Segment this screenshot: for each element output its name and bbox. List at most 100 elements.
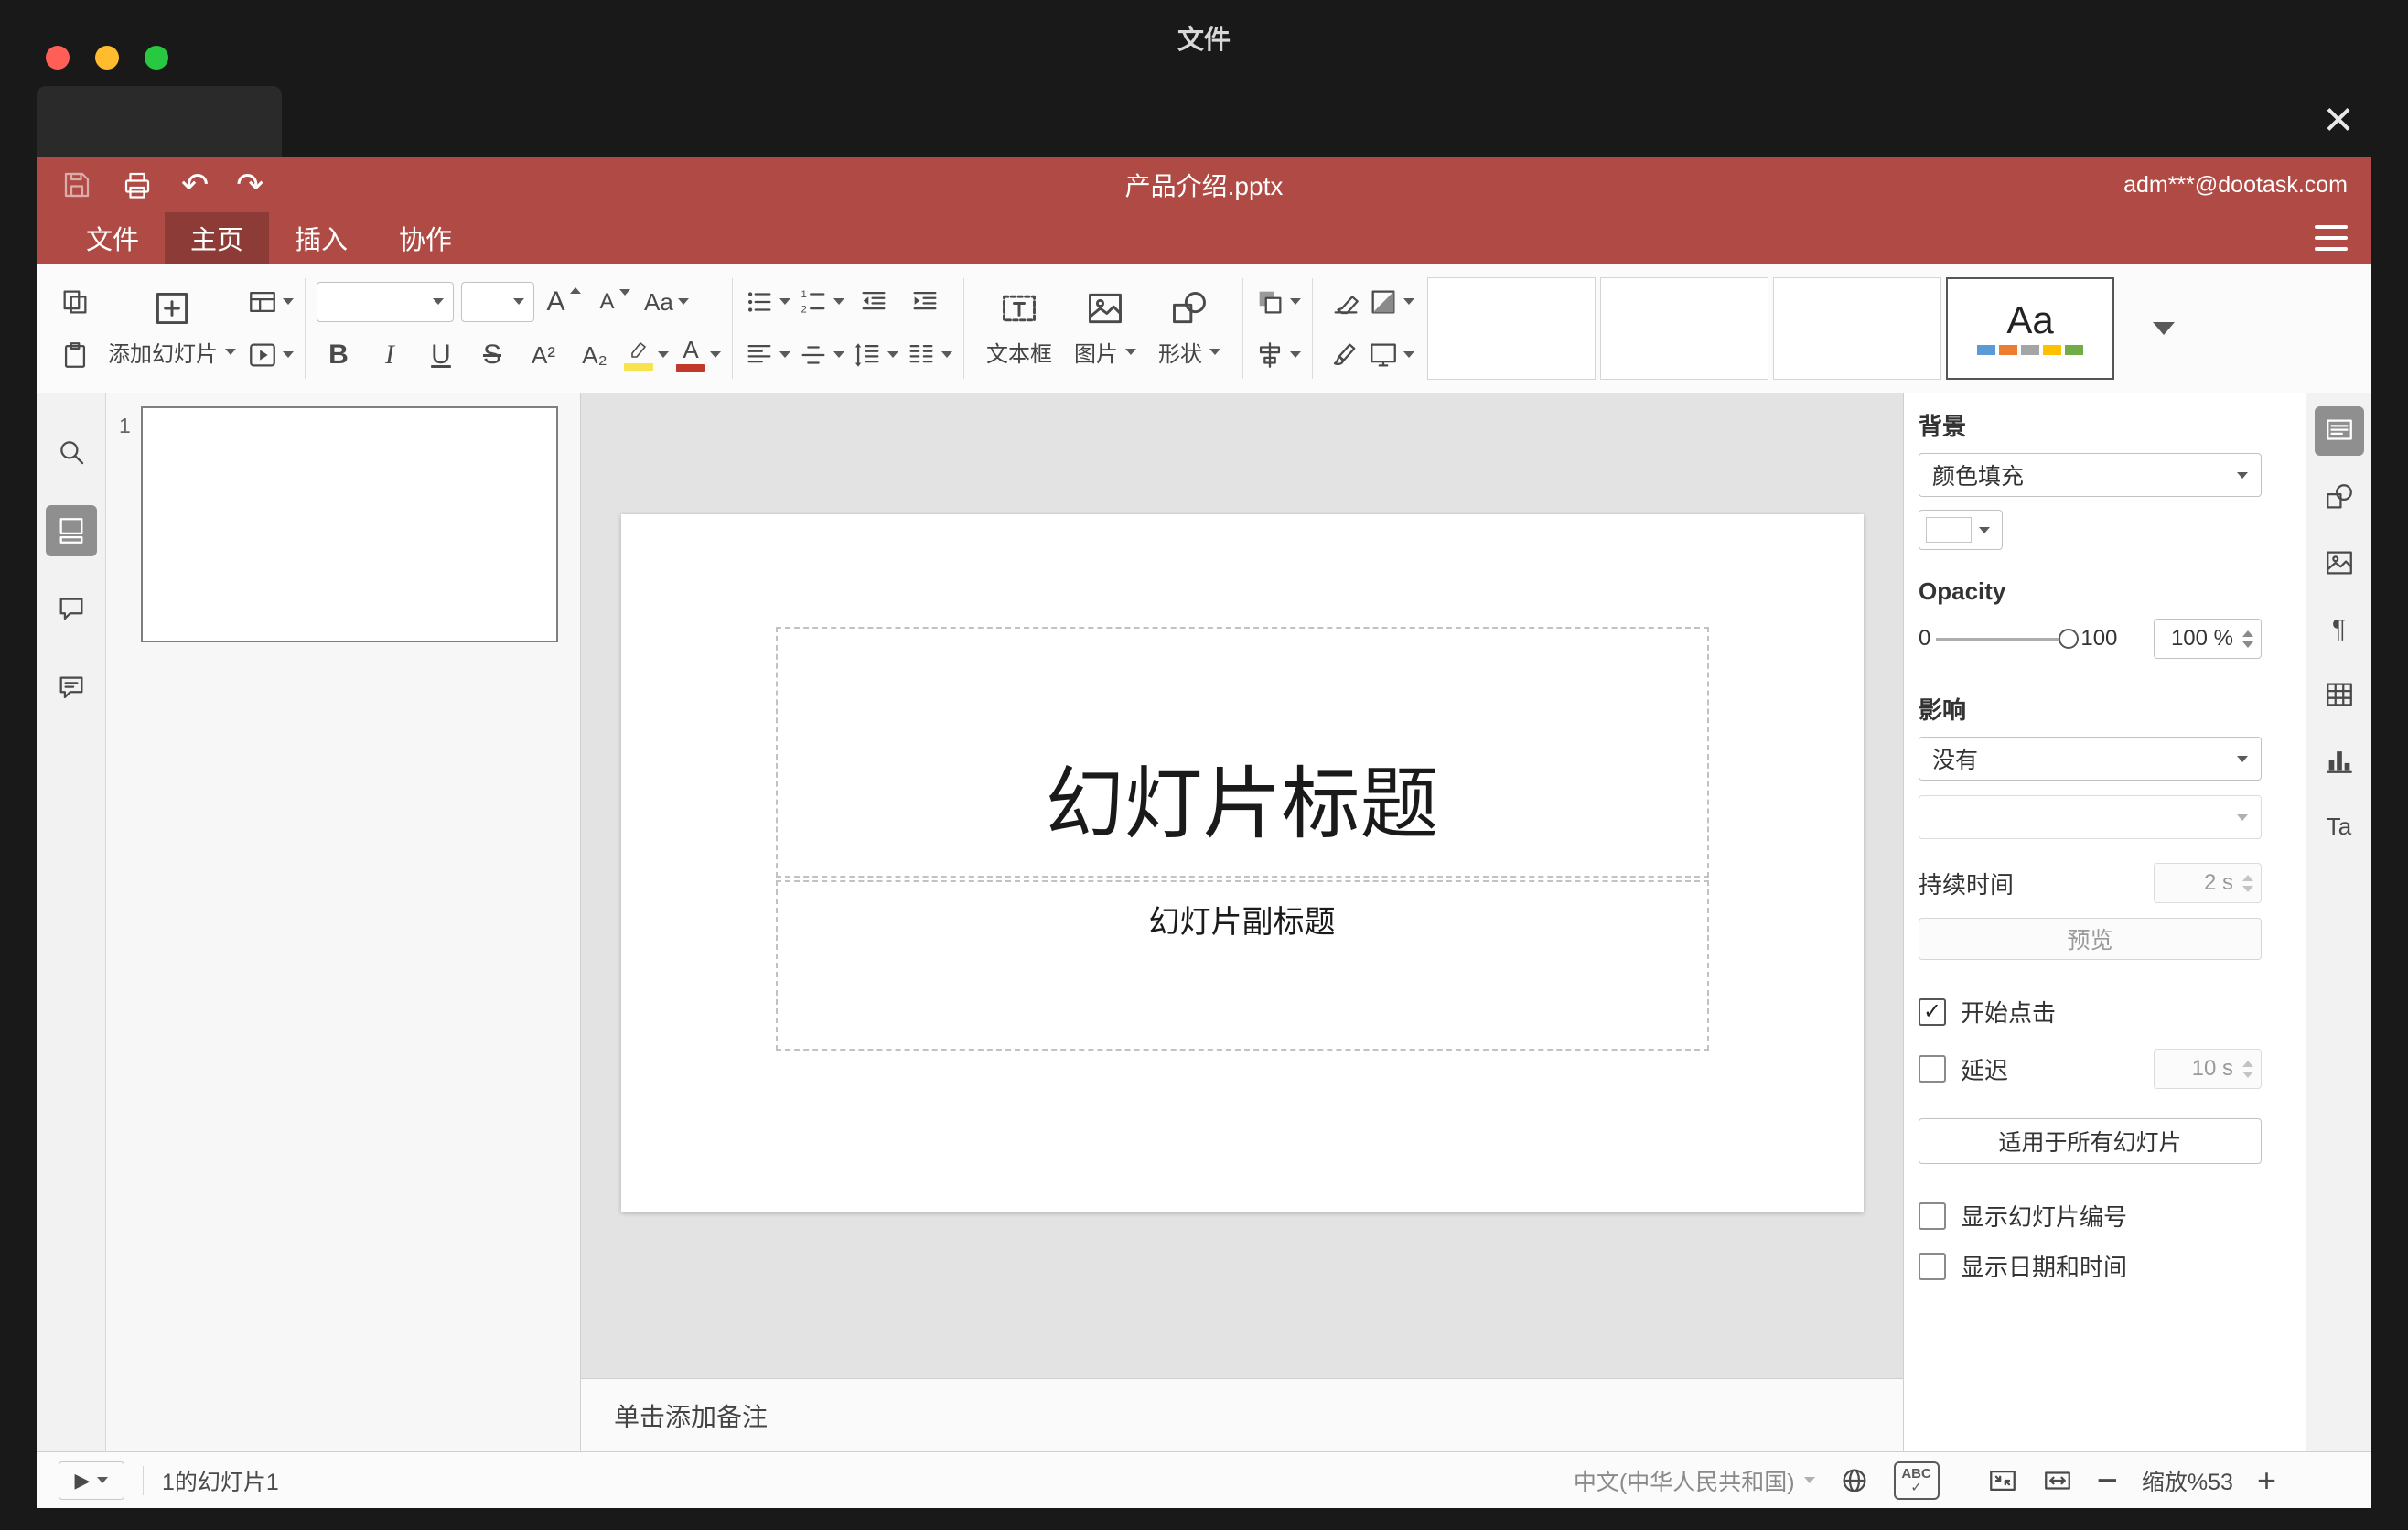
italic-button[interactable]: I — [368, 333, 412, 377]
tab-insert[interactable]: 插入 — [269, 212, 373, 264]
notes-area[interactable]: 单击添加备注 — [581, 1378, 1903, 1451]
shape-label: 形状 — [1158, 342, 1202, 367]
chart-settings-button[interactable] — [2315, 736, 2364, 785]
opacity-input[interactable]: 100 % — [2154, 619, 2262, 659]
language-select[interactable]: 中文(中华人民共和国) — [1574, 1464, 1815, 1497]
image-settings-button[interactable] — [2315, 538, 2364, 587]
slide-canvas[interactable]: 幻灯片标题 幻灯片副标题 — [581, 393, 1903, 1378]
shape-settings-button[interactable] — [2315, 472, 2364, 522]
highlight-color-button[interactable] — [624, 333, 669, 377]
undo-icon[interactable]: ↶ — [181, 168, 209, 201]
insert-shape-button[interactable]: 形状 — [1147, 274, 1231, 383]
color-scheme-button[interactable] — [1368, 280, 1414, 324]
subscript-button[interactable]: A₂ — [573, 333, 617, 377]
start-slideshow-button[interactable] — [247, 333, 294, 377]
copy-button[interactable] — [53, 280, 97, 324]
slide-subtitle-placeholder[interactable]: 幻灯片副标题 — [775, 880, 1709, 1051]
insert-image-button[interactable]: 图片 — [1063, 274, 1147, 383]
increase-font-button[interactable]: A — [542, 280, 586, 324]
background-label: 背景 — [1919, 413, 1967, 440]
decrease-indent-button[interactable] — [852, 280, 896, 324]
show-slide-number-checkbox[interactable]: 显示幻灯片编号 — [1919, 1199, 2262, 1233]
vertical-align-button[interactable] — [798, 333, 844, 377]
align-shape-button[interactable] — [1254, 333, 1301, 377]
paragraph-settings-button[interactable]: ¶ — [2315, 604, 2364, 653]
fit-width-icon[interactable] — [2042, 1465, 2073, 1496]
underline-button[interactable]: U — [419, 333, 463, 377]
spellcheck-icon[interactable]: ABC ✓ — [1893, 1460, 1940, 1500]
table-settings-button[interactable] — [2315, 670, 2364, 719]
document-language-icon[interactable] — [1839, 1465, 1870, 1496]
horizontal-align-button[interactable] — [744, 333, 790, 377]
menu-icon[interactable] — [2315, 225, 2348, 251]
print-icon[interactable] — [121, 168, 154, 201]
opacity-slider-handle[interactable] — [2059, 629, 2080, 649]
opacity-slider[interactable] — [1936, 628, 2080, 650]
theme-tile-1[interactable] — [1427, 276, 1596, 380]
theme-tile-2[interactable] — [1600, 276, 1768, 380]
clear-style-button[interactable] — [1324, 280, 1368, 324]
numbering-button[interactable]: 12 — [798, 280, 844, 324]
tab-home[interactable]: 主页 — [165, 212, 270, 264]
decrease-font-button[interactable]: A — [593, 280, 637, 324]
font-name-select[interactable] — [317, 281, 454, 322]
preview-button[interactable]: 预览 — [1919, 918, 2262, 960]
copy-style-button[interactable] — [1324, 333, 1368, 377]
show-date-time-checkbox[interactable]: 显示日期和时间 — [1919, 1249, 2262, 1283]
add-slide-button[interactable]: 添加幻灯片 — [97, 274, 247, 383]
zoom-out-button[interactable]: − — [2097, 1462, 2118, 1499]
effect-select[interactable]: 没有 — [1919, 737, 2262, 781]
arrange-shape-button[interactable] — [1254, 280, 1301, 324]
close-icon[interactable]: × — [2311, 92, 2366, 146]
bullets-button[interactable] — [744, 280, 790, 324]
start-on-click-checkbox[interactable]: ✓ 开始点击 — [1919, 995, 2262, 1029]
background-fill-select[interactable]: 颜色填充 — [1919, 453, 2262, 497]
textbox-label: 文本框 — [986, 342, 1052, 367]
line-spacing-button[interactable] — [852, 333, 898, 377]
theme-gallery-expand-icon[interactable] — [2153, 321, 2175, 335]
font-color-button[interactable]: A — [676, 333, 721, 377]
opacity-value: 100 % — [2170, 626, 2233, 651]
zoom-in-button[interactable]: + — [2257, 1463, 2276, 1497]
strikeout-button[interactable]: S — [470, 333, 514, 377]
columns-button[interactable] — [906, 333, 952, 377]
font-size-select[interactable] — [461, 281, 534, 322]
theme-tile-3[interactable] — [1773, 276, 1941, 380]
slide-layout-button[interactable] — [247, 280, 294, 324]
feedback-button[interactable] — [46, 663, 97, 714]
tab-collaboration[interactable]: 协作 — [373, 212, 478, 264]
delay-checkbox[interactable]: 延迟 — [1919, 1052, 2008, 1086]
slide-settings-button[interactable] — [2314, 406, 2364, 456]
paste-button[interactable] — [53, 333, 97, 377]
tab-file[interactable]: 文件 — [60, 212, 165, 264]
slide-title-placeholder[interactable]: 幻灯片标题 — [775, 627, 1709, 878]
insert-textbox-button[interactable]: 文本框 — [975, 274, 1063, 383]
slide-1[interactable]: 幻灯片标题 幻灯片副标题 — [620, 514, 1864, 1212]
bold-button[interactable]: B — [317, 333, 360, 377]
slide-size-button[interactable] — [1368, 333, 1414, 377]
effect-option-select[interactable] — [1919, 795, 2262, 839]
color-scheme-icon — [1368, 286, 1399, 318]
increase-indent-button[interactable] — [903, 280, 947, 324]
add-slide-icon — [152, 288, 192, 329]
comments-button[interactable] — [46, 584, 97, 635]
duration-input[interactable]: 2 s — [2154, 863, 2262, 903]
opacity-min-label: 0 — [1919, 626, 1931, 651]
start-slideshow-statusbar-button[interactable]: ▶ — [59, 1460, 124, 1500]
theme-sample-text: Aa — [2006, 298, 2054, 341]
textart-settings-button[interactable]: Ta — [2315, 802, 2364, 851]
theme-tile-selected[interactable]: Aa — [1946, 276, 2114, 380]
superscript-button[interactable]: A² — [521, 333, 565, 377]
change-case-button[interactable]: Aa — [644, 280, 689, 324]
shape-settings-icon — [2324, 481, 2355, 512]
redo-icon[interactable]: ↷ — [236, 168, 263, 201]
background-color-select[interactable] — [1919, 510, 2003, 550]
slide-thumbnail-1[interactable] — [141, 406, 558, 642]
apply-to-all-slides-button[interactable]: 适用于所有幻灯片 — [1919, 1118, 2262, 1164]
strikeout-icon: S — [482, 339, 501, 370]
slides-panel-button[interactable] — [45, 505, 97, 556]
delay-input[interactable]: 10 s — [2154, 1049, 2262, 1089]
search-button[interactable] — [46, 426, 97, 478]
fit-slide-icon[interactable] — [1987, 1465, 2018, 1496]
save-icon[interactable] — [60, 168, 93, 201]
